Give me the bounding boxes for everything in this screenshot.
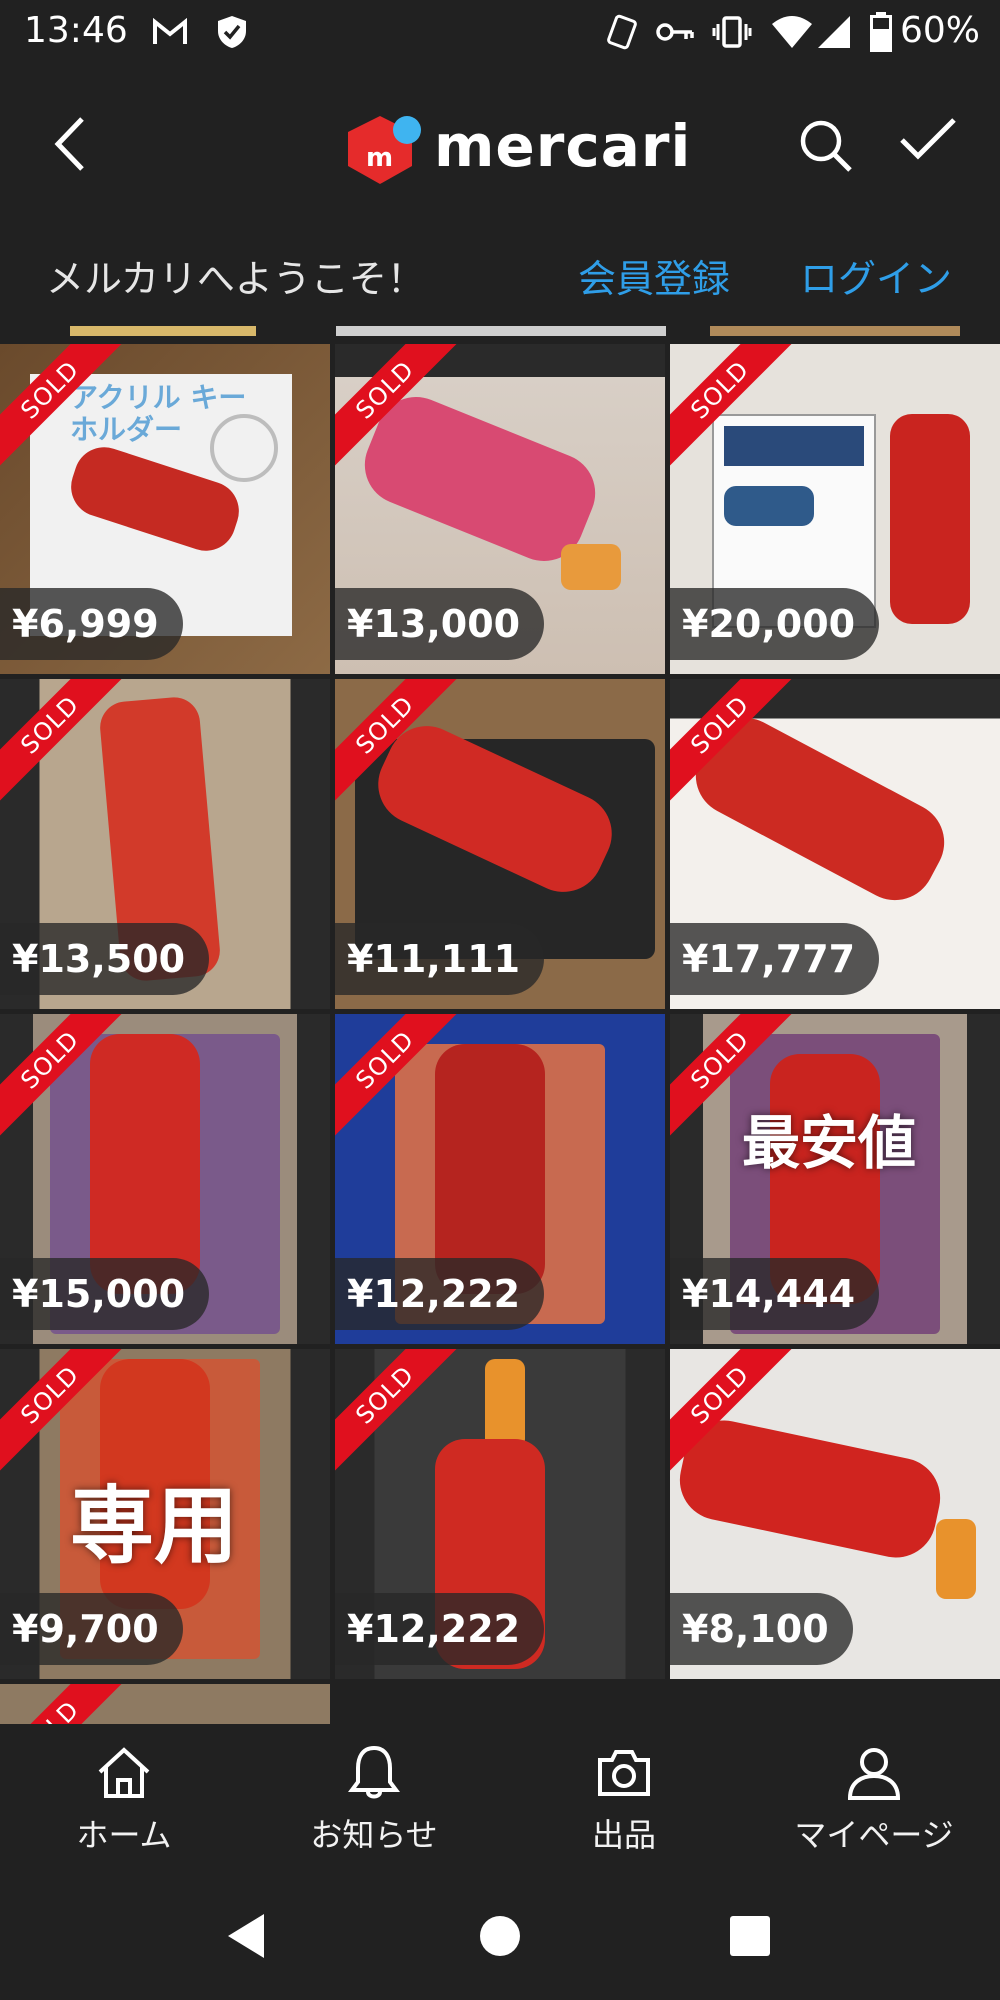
system-recents-icon[interactable] — [728, 1914, 772, 1958]
wifi-icon — [772, 16, 812, 48]
status-bar: 13:46 60% — [0, 0, 1000, 66]
nav-notifications-label: お知らせ — [310, 1816, 438, 1854]
lowest-price-overlay: 最安値 — [742, 1109, 917, 1177]
toy-arm — [435, 1044, 545, 1294]
search-icon[interactable] — [798, 118, 854, 174]
price-label: ¥8,100 — [670, 1593, 853, 1665]
price-label: ¥11,111 — [335, 923, 545, 995]
app-header: m mercari — [0, 66, 1000, 218]
battery-icon — [870, 12, 892, 52]
system-nav-bar — [0, 1876, 1000, 2000]
nav-mypage-label: マイページ — [794, 1816, 954, 1854]
cell-signal-icon — [818, 16, 850, 48]
key-icon — [656, 23, 694, 41]
system-back-icon[interactable] — [224, 1912, 268, 1960]
bell-icon — [348, 1745, 400, 1799]
mercari-logo-mark: m — [348, 116, 421, 184]
toy-handle — [561, 544, 621, 590]
battery-percent: 60% — [899, 10, 980, 51]
nfc-icon — [607, 14, 637, 50]
vibrate-icon — [712, 16, 752, 48]
status-time: 13:46 — [24, 10, 128, 51]
toy-arm — [672, 1413, 948, 1565]
sheet-header — [724, 426, 864, 466]
toy-handle — [936, 1519, 976, 1599]
item-card[interactable]: SOLD ¥13,000 — [335, 344, 665, 674]
nav-home[interactable]: ホーム — [4, 1744, 244, 1856]
item-card[interactable]: アクリル キーホルダー SOLD ¥6,999 — [0, 344, 330, 674]
price-label: ¥15,000 — [0, 1258, 210, 1330]
toy-handle — [485, 1359, 525, 1449]
gmail-icon — [153, 18, 187, 44]
mercari-logo-text: mercari — [434, 112, 692, 180]
item-card[interactable]: SOLD ¥17,777 — [670, 679, 1000, 1009]
home-icon — [98, 1747, 150, 1798]
price-label: ¥13,500 — [0, 923, 210, 995]
bottom-nav: ホーム お知らせ 出品 マイページ — [0, 1726, 1000, 1876]
toy-arm — [890, 414, 970, 624]
item-card[interactable]: SOLD ¥8,100 — [670, 1349, 1000, 1679]
checkmark-icon[interactable] — [898, 116, 958, 164]
nav-mypage[interactable]: マイページ — [754, 1744, 994, 1856]
price-label: ¥9,700 — [0, 1593, 183, 1665]
item-card-partial[interactable]: SOLD — [0, 1684, 330, 1724]
reserved-overlay: 専用 — [70, 1477, 239, 1575]
price-label: ¥14,444 — [670, 1258, 880, 1330]
system-home-icon[interactable] — [478, 1914, 522, 1958]
welcome-message: メルカリへようこそ！ — [46, 257, 425, 301]
price-label: ¥17,777 — [670, 923, 880, 995]
price-label: ¥12,222 — [335, 1258, 545, 1330]
item-card[interactable]: SOLD ¥20,000 — [670, 344, 1000, 674]
partial-item-image[interactable] — [710, 326, 960, 336]
person-icon — [847, 1748, 901, 1800]
nav-home-label: ホーム — [76, 1816, 172, 1854]
login-link[interactable]: ログイン — [800, 248, 952, 303]
nav-notifications[interactable]: お知らせ — [254, 1744, 494, 1856]
nav-sell[interactable]: 出品 — [504, 1744, 744, 1856]
register-link[interactable]: 会員登録 — [578, 248, 730, 303]
key-ring — [210, 414, 278, 482]
svg-text:m: m — [366, 143, 393, 173]
item-card[interactable]: SOLD ¥11,111 — [335, 679, 665, 1009]
partial-item-image[interactable] — [70, 326, 256, 336]
shield-icon — [218, 16, 246, 48]
welcome-bar: メルカリへようこそ！ 会員登録 ログイン — [0, 218, 1000, 326]
partial-item-image[interactable] — [336, 326, 666, 336]
nav-sell-label: 出品 — [591, 1816, 656, 1854]
mercari-logo[interactable]: m mercari — [346, 110, 690, 190]
sheet-toy-image — [724, 486, 814, 526]
item-card[interactable]: SOLD ¥12,222 — [335, 1349, 665, 1679]
item-card[interactable]: SOLD ¥12,222 — [335, 1014, 665, 1344]
item-card[interactable]: SOLD ¥15,000 — [0, 1014, 330, 1344]
toy-arm — [90, 1034, 200, 1294]
price-label: ¥6,999 — [0, 588, 183, 660]
item-card[interactable]: 専用 SOLD ¥9,700 — [0, 1349, 330, 1679]
price-label: ¥12,222 — [335, 1593, 545, 1665]
price-label: ¥13,000 — [335, 588, 545, 660]
item-card[interactable]: SOLD ¥13,500 — [0, 679, 330, 1009]
item-card[interactable]: 最安値 SOLD ¥14,444 — [670, 1014, 1000, 1344]
camera-icon — [598, 1750, 650, 1796]
price-label: ¥20,000 — [670, 588, 880, 660]
back-arrow-icon[interactable] — [50, 116, 90, 172]
